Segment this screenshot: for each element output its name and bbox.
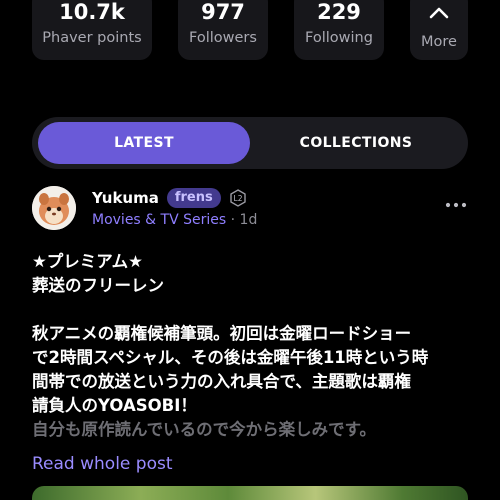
post-line: で2時間スペシャル、その後は金曜午後11時という時 — [32, 348, 429, 367]
avatar-image — [32, 186, 76, 230]
frens-badge: frens — [166, 188, 221, 208]
svg-text:L2: L2 — [233, 194, 242, 203]
more-options-icon[interactable] — [444, 200, 468, 210]
tab-collections[interactable]: COLLECTIONS — [250, 122, 462, 164]
read-whole-post-link[interactable]: Read whole post — [32, 454, 173, 474]
followers-value: 977 — [201, 0, 245, 24]
followers-stat[interactable]: 977 Followers — [178, 0, 268, 60]
tab-latest[interactable]: LATEST — [38, 122, 250, 164]
post-line: 請負人のYOASOBI！ — [32, 396, 197, 415]
post-line: 葬送のフリーレン — [32, 276, 164, 295]
level-badge-icon: L2 — [230, 189, 246, 207]
following-value: 229 — [317, 0, 361, 24]
feed-tabs: LATEST COLLECTIONS — [32, 117, 468, 169]
profile-stats: 10.7k Phaver points 977 Followers 229 Fo… — [32, 0, 468, 60]
post-line: 秋アニメの覇権候補筆頭。初回は金曜ロードショー — [32, 324, 412, 343]
more-button[interactable]: More — [410, 0, 468, 60]
following-stat[interactable]: 229 Following — [294, 0, 384, 60]
chevron-up-icon — [429, 7, 449, 19]
post-line: 自分も原作読んでいるので今から楽しみです。 — [32, 420, 377, 439]
post-author-row: Yukuma frens L2 — [92, 188, 247, 208]
post-media-image[interactable] — [32, 486, 468, 500]
post-category[interactable]: Movies & TV Series — [92, 212, 226, 228]
post-line: 間帯での放送という力の入れ具合で、主題歌は覇権 — [32, 372, 411, 391]
post-line: ★プレミアム★ — [32, 252, 143, 271]
author-name[interactable]: Yukuma — [92, 189, 159, 207]
phaver-points-value: 10.7k — [59, 0, 125, 24]
post-meta: Movies & TV Series · 1d — [92, 212, 257, 228]
post-time: · 1d — [230, 212, 258, 228]
more-label: More — [421, 34, 457, 50]
phaver-points-stat[interactable]: 10.7k Phaver points — [32, 0, 152, 60]
post-body: ★プレミアム★ 葬送のフリーレン 秋アニメの覇権候補筆頭。初回は金曜ロードショー… — [32, 250, 468, 442]
phaver-points-label: Phaver points — [42, 30, 142, 46]
followers-label: Followers — [189, 30, 257, 46]
following-label: Following — [305, 30, 373, 46]
avatar[interactable] — [32, 186, 76, 230]
